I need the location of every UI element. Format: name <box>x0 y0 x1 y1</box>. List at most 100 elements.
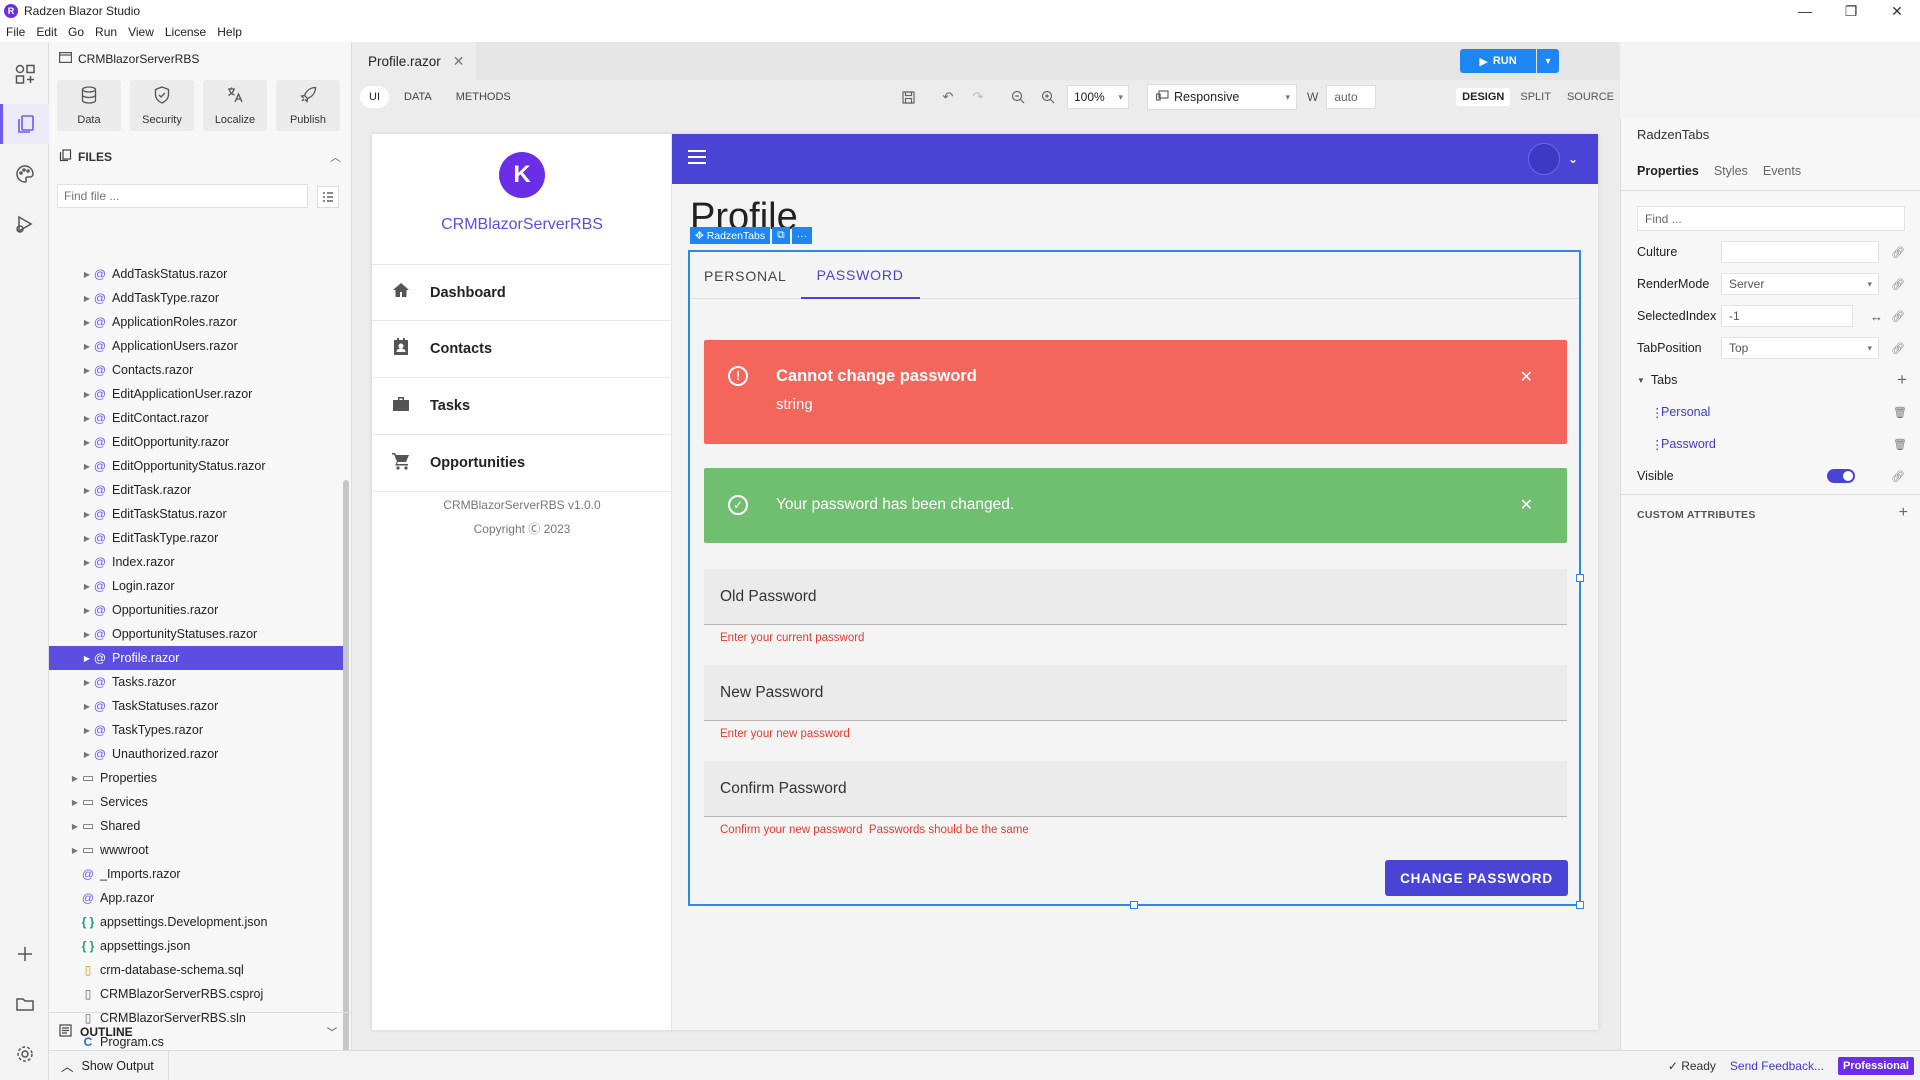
caret-right-icon[interactable]: ▶ <box>81 654 93 663</box>
tab-item-personal-label[interactable]: Personal <box>1661 405 1710 419</box>
tab-item-personal[interactable]: ⋮ Personal 🗑︎ <box>1637 400 1909 424</box>
maximize-icon[interactable]: ❐ <box>1828 0 1874 22</box>
close-icon[interactable]: ✕ <box>1874 0 1920 22</box>
file-item[interactable]: ▶ @ EditOpportunity.razor <box>49 430 344 454</box>
files-section-header[interactable]: FILES <box>59 149 112 165</box>
bind-link-icon[interactable]: 🔗︎ <box>1891 470 1905 483</box>
menu-file[interactable]: File <box>6 25 25 39</box>
add-tab-icon[interactable]: + <box>1897 370 1907 390</box>
data-tool-button[interactable]: Data <box>57 80 121 131</box>
two-way-binding-icon[interactable]: ↔ <box>1870 309 1883 324</box>
tab-item-password[interactable]: ⋮ Password 🗑︎ <box>1637 432 1909 456</box>
view-split[interactable]: SPLIT <box>1514 88 1557 106</box>
selected-component-badge[interactable]: ✥ RadzenTabs <box>690 227 771 244</box>
menu-help[interactable]: Help <box>217 25 242 39</box>
hamburger-menu-icon[interactable] <box>688 150 706 164</box>
file-item[interactable]: ▶ @ Contacts.razor <box>49 358 344 382</box>
nav-dashboard[interactable]: Dashboard <box>372 264 672 321</box>
tab-events[interactable]: Events <box>1763 164 1801 178</box>
caret-right-icon[interactable]: ▶ <box>69 774 81 783</box>
tab-styles[interactable]: Styles <box>1714 164 1748 178</box>
settings-gear-icon[interactable] <box>0 1034 49 1074</box>
visible-toggle[interactable] <box>1827 469 1855 483</box>
close-icon[interactable]: ✕ <box>1520 367 1533 387</box>
profile-menu[interactable]: ⌄ <box>1527 143 1578 175</box>
redo-icon[interactable]: ↷ <box>967 86 989 108</box>
new-password-field[interactable]: New Password <box>704 665 1567 721</box>
bind-link-icon[interactable]: 🔗︎ <box>1891 246 1905 259</box>
trash-icon[interactable]: 🗑︎ <box>1893 406 1907 419</box>
publish-tool-button[interactable]: Publish <box>276 80 340 131</box>
tree-filter-icon[interactable] <box>317 186 339 208</box>
old-password-field[interactable]: Old Password <box>704 569 1567 625</box>
mode-tab-data[interactable]: DATA <box>395 86 441 108</box>
file-item[interactable]: ▶ @ ApplicationUsers.razor <box>49 334 344 358</box>
send-feedback-link[interactable]: Send Feedback... <box>1730 1059 1824 1073</box>
file-item[interactable]: ▶ @ OpportunityStatuses.razor <box>49 622 344 646</box>
run-debug-icon[interactable] <box>0 204 49 244</box>
security-tool-button[interactable]: Security <box>130 80 194 131</box>
add-attribute-icon[interactable]: + <box>1899 504 1908 522</box>
caret-right-icon[interactable]: ▶ <box>81 486 93 495</box>
file-item[interactable]: ▶ @ EditContact.razor <box>49 406 344 430</box>
mode-tab-methods[interactable]: METHODS <box>447 86 520 108</box>
folder-item[interactable]: ▶ ▭ Services <box>49 790 344 814</box>
chevron-up-icon[interactable]: ︿ <box>330 149 341 165</box>
property-search-input[interactable]: Find ... <box>1637 206 1905 231</box>
undo-icon[interactable]: ↶ <box>937 86 959 108</box>
caret-right-icon[interactable]: ▶ <box>81 510 93 519</box>
folder-item[interactable]: ▶ ▭ Shared <box>49 814 344 838</box>
bind-link-icon[interactable]: 🔗︎ <box>1891 310 1905 323</box>
file-item[interactable]: ▶ @ AddTaskType.razor <box>49 286 344 310</box>
file-item[interactable]: ▯ crm-database-schema.sql <box>49 958 344 982</box>
file-item[interactable]: ▶ @ EditTaskStatus.razor <box>49 502 344 526</box>
resize-handle-bottom[interactable] <box>1130 901 1138 909</box>
nav-opportunities[interactable]: Opportunities <box>372 435 672 492</box>
menu-license[interactable]: License <box>165 25 206 39</box>
close-icon[interactable]: ✕ <box>1520 495 1533 515</box>
caret-right-icon[interactable]: ▶ <box>69 846 81 855</box>
caret-right-icon[interactable]: ▶ <box>81 750 93 759</box>
bind-link-icon[interactable]: 🔗︎ <box>1891 342 1905 355</box>
files-icon[interactable] <box>0 104 49 144</box>
run-dropdown-icon[interactable]: ▾ <box>1537 49 1559 73</box>
components-icon[interactable] <box>0 54 49 94</box>
file-item[interactable]: ▯ CRMBlazorServerRBS.csproj <box>49 982 344 1006</box>
file-item[interactable]: ▶ @ Tasks.razor <box>49 670 344 694</box>
file-item[interactable]: ▶ @ EditOpportunityStatus.razor <box>49 454 344 478</box>
caret-right-icon[interactable]: ▶ <box>81 534 93 543</box>
caret-right-icon[interactable]: ▶ <box>81 318 93 327</box>
resize-handle-corner[interactable] <box>1576 901 1584 909</box>
caret-right-icon[interactable]: ▶ <box>69 798 81 807</box>
palette-icon[interactable] <box>0 154 49 194</box>
file-item[interactable]: @ _Imports.razor <box>49 862 344 886</box>
caret-right-icon[interactable]: ▶ <box>81 702 93 711</box>
file-item[interactable]: ▶ @ TaskStatuses.razor <box>49 694 344 718</box>
tab-properties[interactable]: Properties <box>1637 164 1699 178</box>
zoom-select[interactable]: 100% ▾ <box>1067 85 1129 109</box>
caret-right-icon[interactable]: ▶ <box>81 414 93 423</box>
add-icon[interactable] <box>0 934 49 974</box>
file-item[interactable]: ▶ @ Profile.razor <box>49 646 344 670</box>
caret-right-icon[interactable]: ▶ <box>81 678 93 687</box>
caret-right-icon[interactable]: ▶ <box>69 822 81 831</box>
bind-link-icon[interactable]: 🔗︎ <box>1891 278 1905 291</box>
width-input[interactable]: auto <box>1326 85 1377 109</box>
show-output-button[interactable]: ︿ Show Output <box>61 1050 169 1080</box>
file-item[interactable]: { } appsettings.json <box>49 934 344 958</box>
menu-go[interactable]: Go <box>68 25 84 39</box>
close-tab-icon[interactable]: ✕ <box>453 53 465 70</box>
menu-view[interactable]: View <box>128 25 154 39</box>
caret-right-icon[interactable]: ▶ <box>81 582 93 591</box>
trash-icon[interactable]: 🗑︎ <box>1893 438 1907 451</box>
file-tree-scrollbar[interactable] <box>343 480 349 1054</box>
localize-tool-button[interactable]: Localize <box>203 80 267 131</box>
caret-right-icon[interactable]: ▶ <box>81 558 93 567</box>
device-select[interactable]: Responsive ▾ <box>1147 84 1297 110</box>
file-item[interactable]: ▶ @ EditTask.razor <box>49 478 344 502</box>
culture-input[interactable] <box>1721 241 1879 263</box>
file-item[interactable]: ▶ @ EditApplicationUser.razor <box>49 382 344 406</box>
confirm-password-field[interactable]: Confirm Password <box>704 761 1567 817</box>
file-item[interactable]: @ App.razor <box>49 886 344 910</box>
select-parent-icon[interactable]: ⧉ <box>772 227 790 244</box>
